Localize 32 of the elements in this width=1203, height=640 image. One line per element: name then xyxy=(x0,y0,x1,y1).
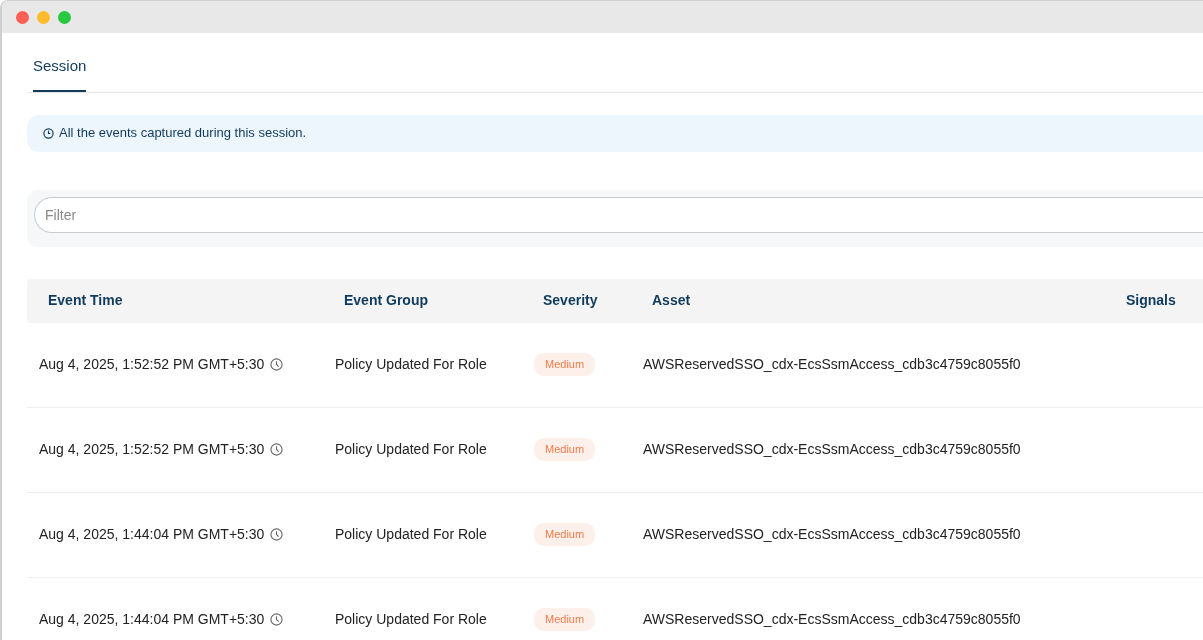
table-cell-text: AWSReservedSSO_cdx-EcsSsmAccess_cdb3c4759c8055f0 xyxy=(643,440,1021,459)
clock-icon xyxy=(43,127,54,139)
table-cell-text: AWSReservedSSO_cdx-EcsSsmAccess_cdb3c4759c8055f0 xyxy=(643,610,1021,629)
column-header: Severity xyxy=(543,292,598,308)
info-text: All the events captured during this session. xyxy=(59,124,307,143)
severity-badge: Medium xyxy=(534,523,596,546)
tab[interactable]: Session xyxy=(33,53,87,92)
severity-badge: Medium xyxy=(534,438,596,461)
table-cell-text: AWSReservedSSO_cdx-EcsSsmAccess_cdb3c4759c8055f0 xyxy=(643,355,1021,374)
column-header: Asset xyxy=(652,292,691,308)
clock-icon xyxy=(270,358,284,371)
clock-icon xyxy=(270,443,284,456)
severity-badge: Medium xyxy=(534,608,596,631)
maximize-window-button[interactable] xyxy=(58,10,71,24)
table-cell-text: Aug 4, 2025, 1:44:04 PM GMT+5:30 xyxy=(39,525,265,544)
table-cell-text: Aug 4, 2025, 1:52:52 PM GMT+5:30 xyxy=(39,440,265,459)
column-header: Event Time xyxy=(48,292,123,308)
clock-icon xyxy=(270,528,284,541)
clock-icon xyxy=(270,613,284,626)
table-cell-text: AWSReservedSSO_cdx-EcsSsmAccess_cdb3c4759c8055f0 xyxy=(643,525,1021,544)
table-cell-text: Policy Updated For Role xyxy=(335,610,487,629)
close-window-button[interactable] xyxy=(16,10,29,24)
filter-field[interactable]: Filter xyxy=(34,196,1203,233)
table-cell-text: Policy Updated For Role xyxy=(335,440,487,459)
table-cell-text: Policy Updated For Role xyxy=(335,525,487,544)
table-cell-text: Aug 4, 2025, 1:52:52 PM GMT+5:30 xyxy=(39,355,265,374)
severity-badge: Medium xyxy=(534,353,596,376)
column-header: Event Group xyxy=(344,292,428,308)
minimize-window-button[interactable] xyxy=(37,10,50,24)
table-cell-text: Policy Updated For Role xyxy=(335,355,487,374)
table-cell-text: Aug 4, 2025, 1:44:04 PM GMT+5:30 xyxy=(39,610,265,629)
column-header: Signals xyxy=(1126,292,1176,308)
